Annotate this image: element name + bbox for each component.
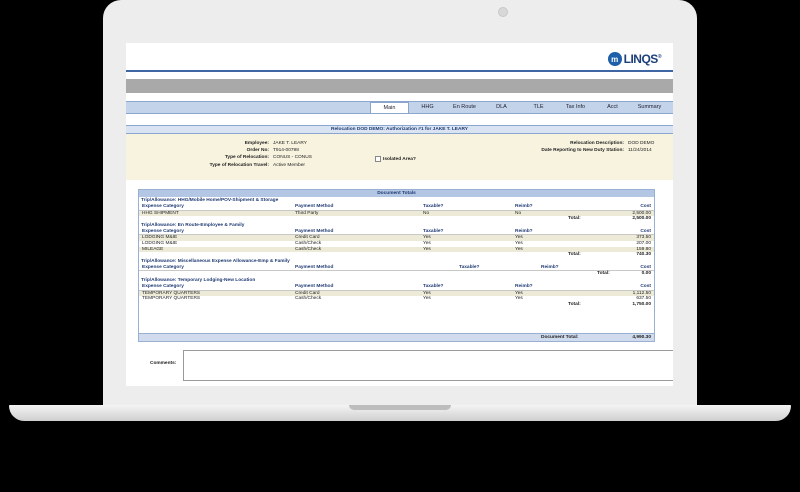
relocation-header: Employee: JAKE T. LEARY Order No: T914-0… <box>126 134 673 180</box>
comments-textarea[interactable] <box>183 350 673 381</box>
col-expense-category: Expense Category <box>142 204 184 209</box>
group-total-row: Total: 1,750.00 <box>139 302 654 308</box>
relocation-type-value: CONUS - CONUS <box>273 155 312 160</box>
document-totals-table: Document Totals Trip/Allowance: HHG/Mobi… <box>138 189 655 342</box>
table-header: Expense Category Payment Method Taxable?… <box>139 284 654 291</box>
col-reimb: Reimb? <box>515 283 533 289</box>
toolbar-bar <box>126 79 673 93</box>
app-screen: m LINQS® Main HHG En Route DLA TLE Tax I… <box>126 43 673 386</box>
col-payment-method: Payment Method <box>295 283 334 289</box>
relocation-type-label: Type of Relocation: <box>224 155 269 160</box>
col-reimb: Reimb? <box>515 204 533 209</box>
trip-allowance-heading: Trip/Allowance: Temporary Lodging-New Lo… <box>141 277 256 283</box>
tab-bar: Main HHG En Route DLA TLE Tax Info Acct … <box>126 101 673 114</box>
tab-tle[interactable]: TLE <box>520 102 557 113</box>
tab-dla[interactable]: DLA <box>483 102 520 113</box>
table-header: Expense Category Payment Method Taxable?… <box>139 265 654 272</box>
logo-text: LINQS® <box>623 52 662 66</box>
tab-main[interactable]: Main <box>370 102 409 113</box>
col-reimb: Reimb? <box>515 228 533 234</box>
tab-tax-info[interactable]: Tax Info <box>557 102 594 113</box>
col-expense-category: Expense Category <box>142 283 184 289</box>
relocation-travel-label: Type of Relocation Travel: <box>209 163 269 168</box>
tab-hhg[interactable]: HHG <box>409 102 446 113</box>
col-taxable: Taxable? <box>423 283 444 289</box>
tab-en-route[interactable]: En Route <box>446 102 483 113</box>
col-cost: Cost <box>640 228 651 234</box>
report-date-value: 11/24/2014 <box>628 148 652 153</box>
trip-allowance-heading: Trip/Allowance: En Route-Employee & Fami… <box>141 222 245 228</box>
order-value: T914-00798 <box>273 148 299 153</box>
laptop-notch <box>349 405 451 410</box>
total-value: 1,750.00 <box>632 301 651 307</box>
table-header: Expense Category Payment Method Taxable?… <box>139 229 654 236</box>
group-total-row: Total: 740.30 <box>139 252 654 258</box>
order-label: Order No: <box>246 148 269 153</box>
col-cost: Cost <box>640 204 651 209</box>
col-taxable: Taxable? <box>459 264 480 270</box>
col-expense-category: Expense Category <box>142 264 184 270</box>
relocation-travel-value: Active Member <box>273 163 305 168</box>
table-header: Expense Category Payment Method Taxable?… <box>139 204 654 211</box>
page-title: Relocation DOD DEMO: Authorization #1 fo… <box>126 125 673 134</box>
isolated-area-label: Isolated Area? <box>383 157 416 162</box>
group-total-row: Total: 0.00 <box>139 271 654 277</box>
camera-icon <box>498 7 508 17</box>
total-value: 0.00 <box>641 271 651 277</box>
col-cost: Cost <box>640 283 651 289</box>
tab-acct[interactable]: Acct <box>594 102 631 113</box>
employee-value: JAKE T. LEARY <box>273 141 307 146</box>
col-payment-method: Payment Method <box>295 204 334 209</box>
header-rule <box>126 70 673 72</box>
total-label: Total: <box>568 301 581 307</box>
total-label: Total: <box>568 216 581 222</box>
total-value: 740.30 <box>636 252 651 258</box>
logo: m LINQS® <box>607 52 662 66</box>
tab-summary[interactable]: Summary <box>631 102 668 113</box>
isolated-area-checkbox[interactable] <box>375 156 381 162</box>
document-total-label: Document Total: <box>541 335 579 340</box>
col-payment-method: Payment Method <box>295 228 334 234</box>
col-reimb: Reimb? <box>541 264 559 270</box>
group-total-row: Total: 2,500.00 <box>139 216 654 222</box>
relocation-description-value: DOD DEMO <box>628 141 655 146</box>
total-value: 2,500.00 <box>632 216 651 222</box>
col-expense-category: Expense Category <box>142 228 184 234</box>
document-total-value: 4,990.30 <box>632 335 651 340</box>
relocation-description-label: Relocation Description: <box>570 141 624 146</box>
linqs-logo-icon: m <box>607 52 622 66</box>
employee-label: Employee: <box>244 141 269 146</box>
col-payment-method: Payment Method <box>295 264 334 270</box>
col-taxable: Taxable? <box>423 204 444 209</box>
trip-allowance-heading: Trip/Allowance: HHG/Mobile Home/POV-Ship… <box>141 198 279 203</box>
report-date-label: Date Reporting to New Duty Station: <box>541 148 624 153</box>
document-total-row: Document Total: 4,990.30 <box>139 333 654 341</box>
trip-allowance-heading: Trip/Allowance: Miscellaneous Expense Al… <box>141 258 290 264</box>
total-label: Total: <box>597 271 610 277</box>
document-totals-title: Document Totals <box>139 190 654 197</box>
col-taxable: Taxable? <box>423 228 444 234</box>
col-cost: Cost <box>640 264 651 270</box>
comments-label: Comments: <box>150 361 177 366</box>
total-label: Total: <box>568 252 581 258</box>
